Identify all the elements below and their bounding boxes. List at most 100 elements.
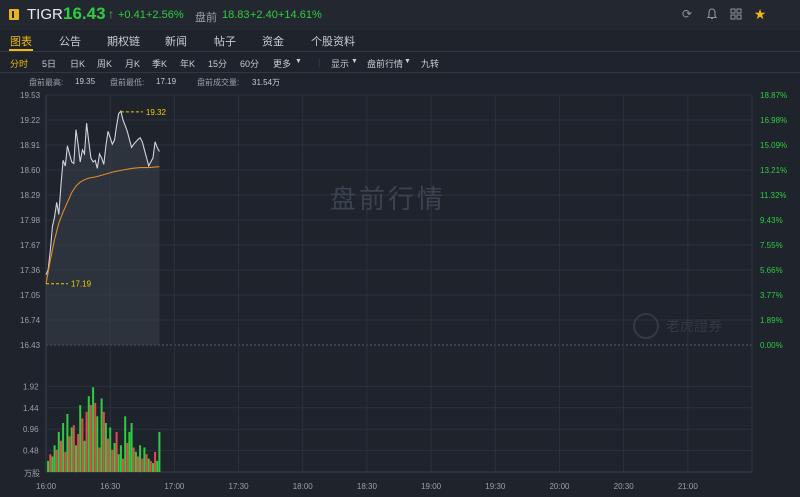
volume-bar [62,423,65,472]
y-tick-label: 17.36 [20,266,41,275]
volume-bar [53,445,56,473]
x-tick-label: 16:30 [100,482,121,491]
x-tick-label: 19:00 [421,482,442,491]
volume-bar [113,443,116,472]
volume-bar [154,451,157,472]
volume-bar [94,402,97,472]
volume-tick-label: 0.48 [23,447,39,456]
y-tick-label: 19.53 [20,91,41,100]
volume-bar [60,440,62,472]
price-area [46,111,160,345]
y-pct-tick-label: 5.66% [760,266,783,275]
volume-grid [46,385,752,452]
volume-bar [119,445,122,473]
x-tick-label: 21:00 [678,482,699,491]
y-pct-tick-label: 18.87% [760,91,787,100]
volume-bar [137,456,139,472]
x-tick-label: 16:00 [36,482,57,491]
y-tick-label: 16.43 [20,341,41,350]
watermark-text: 盘前行情 [330,185,446,215]
x-tick-label: 19:30 [485,482,506,491]
price-annotation-label: 17.19 [71,280,92,289]
volume-bar [109,427,112,472]
brand-watermark-text: 老虎證券 [666,318,722,335]
volume-bar [70,427,73,472]
volume-bar [117,454,120,472]
volume-bar [66,414,69,472]
y-axis-pct-labels: 18.87% 16.98% 15.09% 13.21% 11.32% 9.43% 7.55%… [760,91,787,350]
x-tick-label: 17:00 [164,482,185,491]
x-tick-label: 18:00 [293,482,314,491]
volume-bar [64,451,67,472]
volume-bar [83,440,86,472]
volume-bar [98,447,101,472]
y-pct-tick-label: 1.89% [760,316,783,325]
volume-bar [85,411,88,472]
volume-bar [141,458,144,472]
volume-bar [87,396,90,472]
volume-bar [147,458,150,472]
volume-bar [145,454,148,472]
volume-bar [89,405,92,472]
y-tick-label: 18.60 [20,166,41,175]
x-tick-label: 20:00 [549,482,570,491]
x-axis-labels: 16:00 16:30 17:00 17:30 18:00 18:30 19:00 19:30… [36,482,698,491]
y-pct-tick-label: 3.77% [760,291,783,300]
y-pct-tick-label: 9.43% [760,216,783,225]
x-tick-label: 17:30 [229,482,250,491]
y-tick-label: 19.22 [20,116,41,125]
y-pct-tick-label: 11.32% [760,191,787,200]
volume-bar [111,449,114,472]
volume-bar [96,416,99,472]
brand-watermark: 老虎證券 [633,313,722,339]
volume-bar [57,431,60,472]
volume-bar [128,431,131,472]
y-tick-label: 17.67 [20,241,41,250]
volume-bar [152,463,154,472]
volume-tick-label: 1.44 [23,404,39,413]
volume-bar [126,443,129,472]
volume-bar [77,434,80,472]
volume-bar [68,436,71,472]
volume-bar [72,425,75,472]
y-pct-tick-label: 7.55% [760,241,783,250]
price-area-fill [46,111,160,345]
volume-bar [100,398,103,472]
y-tick-label: 16.74 [20,316,41,325]
x-tick-label: 20:30 [614,482,635,491]
volume-axis-labels: 1.92 1.44 0.96 0.48 万股 [23,382,40,478]
volume-tick-label: 1.92 [23,382,39,391]
y-pct-tick-label: 0.00% [760,341,783,350]
volume-bar [130,423,133,472]
volume-bar [51,456,54,472]
volume-bar [107,438,109,472]
volume-bar [49,454,52,472]
volume-bar [139,445,142,473]
y-tick-label: 17.05 [20,291,41,300]
volume-bar [75,445,77,473]
volume-bar [122,458,124,472]
y-pct-tick-label: 16.98% [760,116,787,125]
volume-bar [124,416,127,472]
volume-bar [92,387,95,472]
y-tick-label: 18.29 [20,191,41,200]
volume-bar [143,447,146,472]
x-tick-label: 18:30 [357,482,378,491]
volume-bar [81,418,84,472]
volume-bar [47,460,50,472]
volume-bar [55,449,58,472]
volume-bar [134,451,137,472]
volume-bar [104,423,107,472]
volume-bar [102,411,105,472]
intraday-chart[interactable]: 盘前行情 老虎證券 19.32 17.19 19.53 19.22 18.91 18.6… [0,0,800,497]
volume-unit-label: 万股 [24,469,40,478]
price-annotation-label: 19.32 [146,108,167,117]
volume-bar [79,405,82,472]
volume-bar [158,431,161,472]
y-pct-tick-label: 13.21% [760,166,787,175]
volume-bar [149,460,152,472]
volume-tick-label: 0.96 [23,425,39,434]
volume-bar [132,447,135,472]
volume-bar [115,431,118,472]
y-pct-tick-label: 15.09% [760,141,787,150]
